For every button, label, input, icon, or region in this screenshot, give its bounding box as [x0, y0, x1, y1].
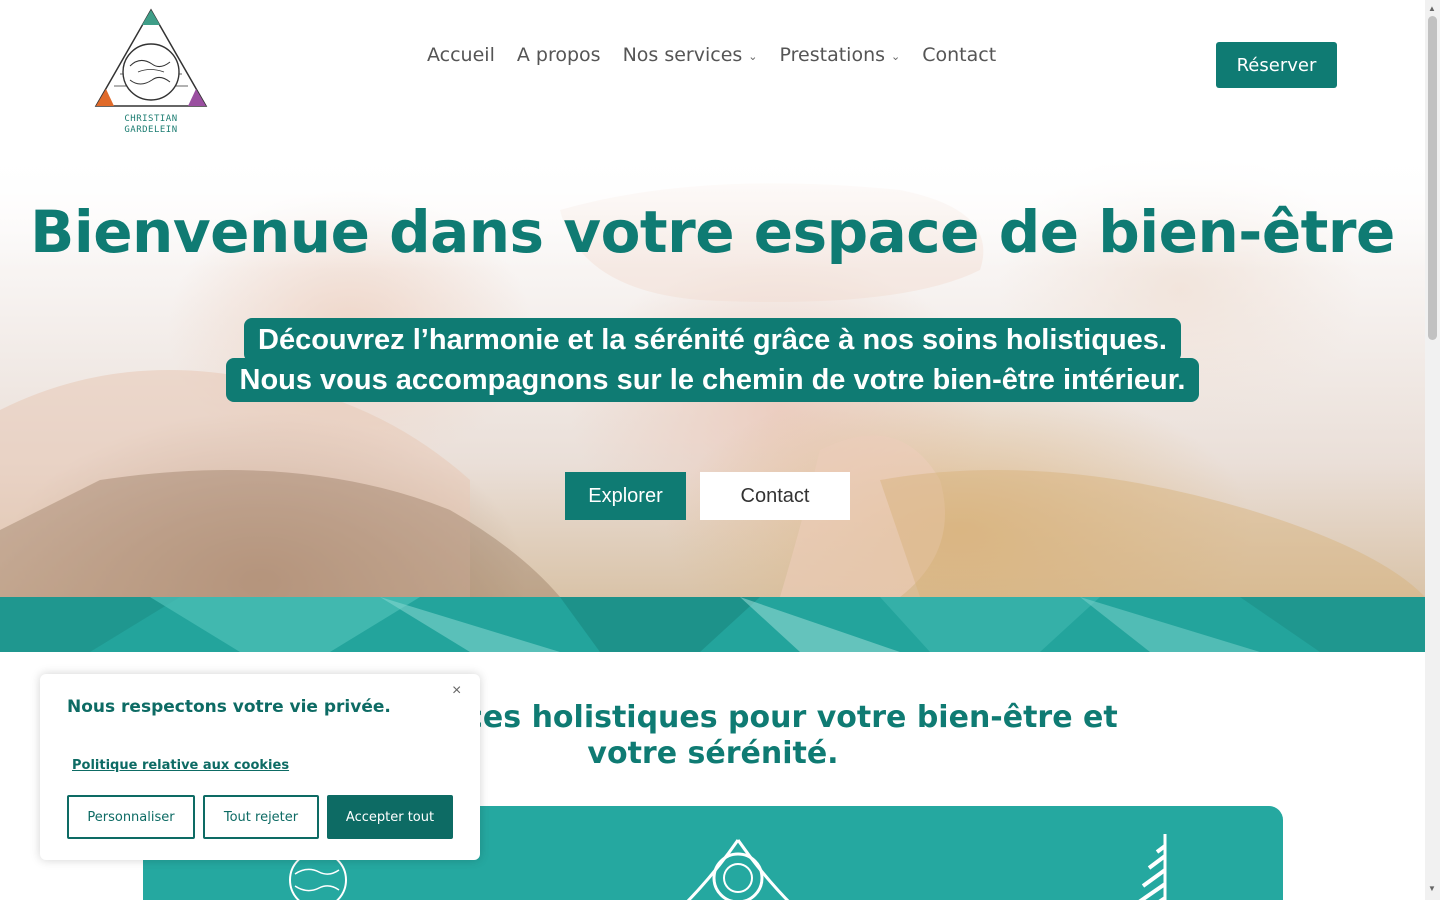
chevron-down-icon: ⌄	[891, 49, 901, 63]
nav-label: Contact	[922, 44, 997, 66]
site-header: CHRISTIAN GARDELEIN Accueil A propos Nos…	[0, 0, 1425, 150]
decorative-band	[0, 597, 1425, 652]
hero-title: Bienvenue dans votre espace de bien-être	[30, 198, 1395, 266]
customize-button[interactable]: Personnaliser	[67, 795, 195, 839]
scroll-up-icon[interactable]: ▲	[1428, 4, 1436, 13]
nav-item-nos-services[interactable]: Nos services ⌄	[623, 44, 758, 66]
nav-label: A propos	[516, 44, 601, 66]
celtic-knot-icon	[686, 839, 790, 900]
fern-leaf-icon	[1138, 834, 1167, 900]
hero-subtitle-line2: Nous vous accompagnons sur le chemin de …	[225, 358, 1200, 402]
explore-button[interactable]: Explorer	[565, 472, 686, 520]
contact-button[interactable]: Contact	[700, 472, 850, 520]
chevron-down-icon: ⌄	[748, 49, 758, 63]
cookie-buttons: Personnaliser Tout rejeter Accepter tout	[67, 795, 453, 839]
cookie-policy-link[interactable]: Politique relative aux cookies	[72, 758, 289, 773]
nav-label: Prestations	[779, 44, 886, 66]
reject-all-button[interactable]: Tout rejeter	[203, 795, 319, 839]
brand-name-line1: CHRISTIAN	[124, 114, 178, 124]
nav-label: Nos services	[622, 44, 743, 66]
triangle-logo-icon	[94, 8, 208, 107]
nav-item-a-propos[interactable]: A propos	[517, 44, 601, 66]
hero-subtitle-line1: Découvrez l’harmonie et la sérénité grâc…	[244, 318, 1181, 362]
cookie-consent-dialog: Nous respectons votre vie privée. × Poli…	[40, 674, 480, 860]
cookie-title: Nous respectons votre vie privée.	[67, 697, 391, 717]
scroll-down-icon[interactable]: ▼	[1428, 884, 1436, 893]
nav-label: Accueil	[427, 44, 495, 66]
reserve-button[interactable]: Réserver	[1216, 42, 1337, 88]
nav-item-accueil[interactable]: Accueil	[427, 44, 495, 66]
hero-subtitle: Découvrez l’harmonie et la sérénité grâc…	[0, 318, 1425, 402]
hero-section: Bienvenue dans votre espace de bien-être…	[0, 150, 1425, 597]
brand-logo[interactable]: CHRISTIAN GARDELEIN	[90, 6, 212, 140]
main-nav: Accueil A propos Nos services ⌄ Prestatio…	[427, 44, 996, 66]
close-icon[interactable]: ×	[452, 682, 461, 700]
hero-buttons: Explorer Contact	[565, 472, 850, 520]
brand-name: CHRISTIAN GARDELEIN	[90, 114, 212, 136]
brand-name-line2: GARDELEIN	[124, 125, 178, 135]
scrollbar[interactable]: ▲ ▼	[1425, 0, 1440, 900]
wave-pattern-icon	[0, 597, 1425, 652]
nav-item-prestations[interactable]: Prestations ⌄	[780, 44, 901, 66]
accept-all-button[interactable]: Accepter tout	[327, 795, 453, 839]
scrollbar-thumb[interactable]	[1428, 16, 1437, 340]
nav-item-contact[interactable]: Contact	[922, 44, 996, 66]
